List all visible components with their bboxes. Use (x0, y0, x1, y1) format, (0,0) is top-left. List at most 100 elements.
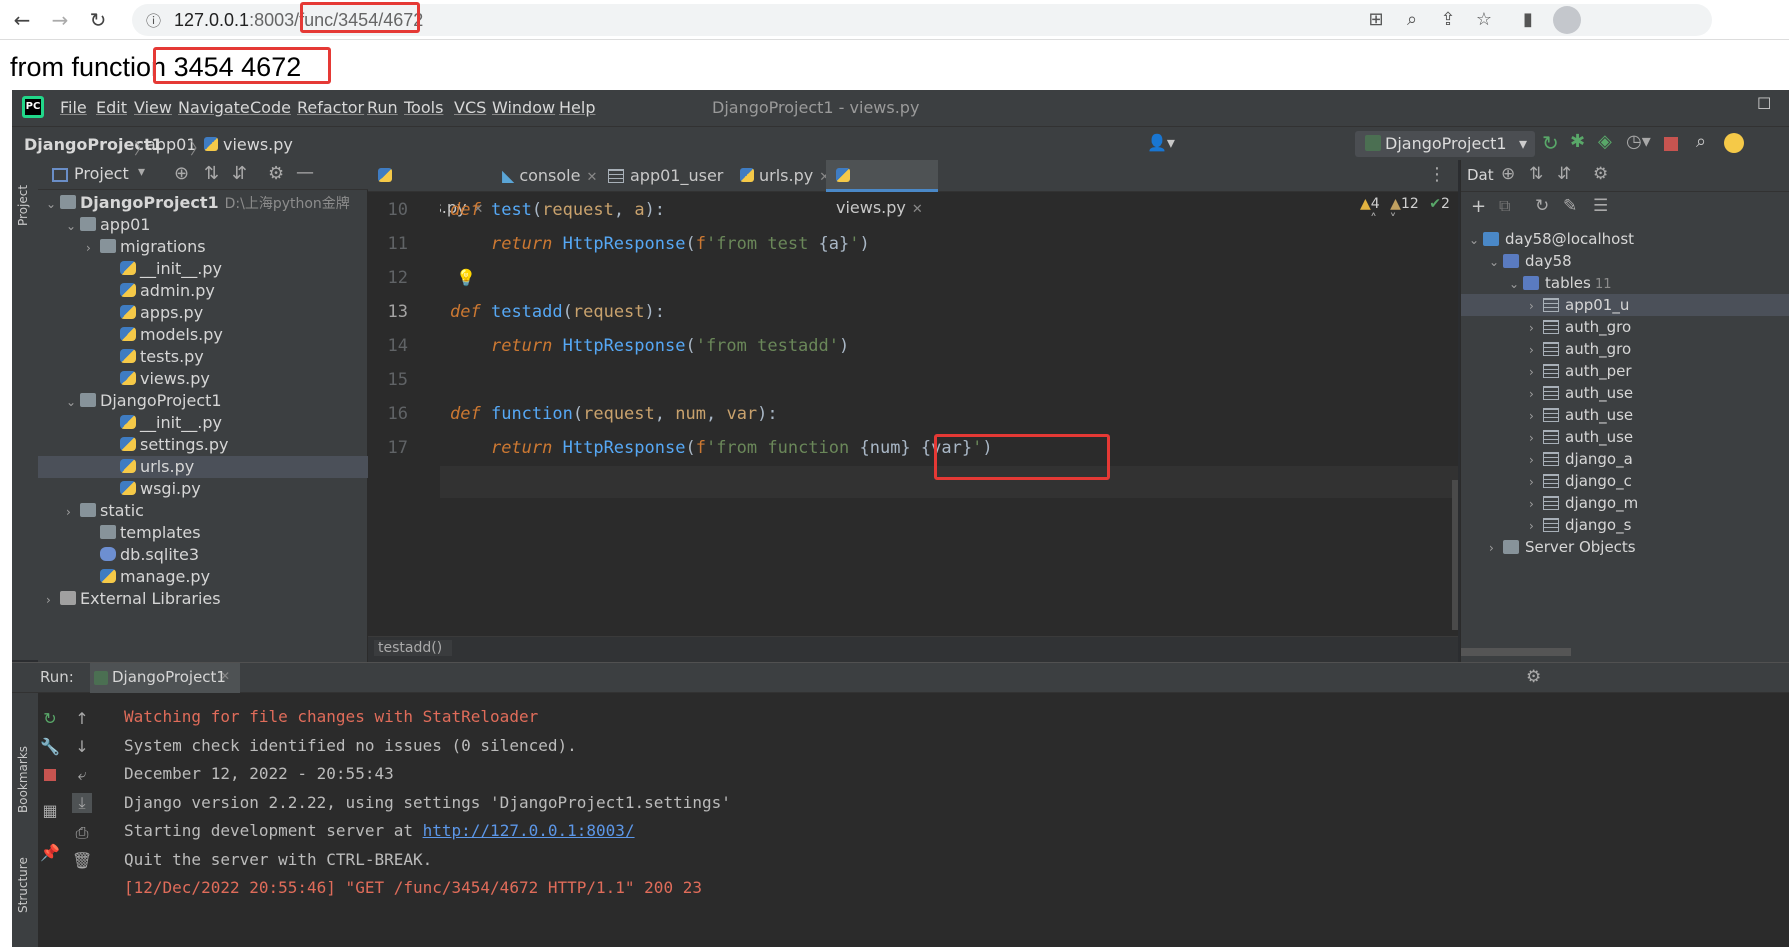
chevron-icon[interactable]: ⌄ (66, 215, 80, 237)
close-icon[interactable]: ✕ (586, 170, 597, 185)
db-tree-item[interactable]: › django_s (1461, 514, 1789, 536)
pin-icon[interactable]: 📌 (40, 843, 60, 863)
maximize-icon[interactable]: ☐ (1757, 94, 1771, 113)
more-tabs-icon[interactable]: ⋮ (1428, 164, 1446, 185)
chevron-icon[interactable]: › (1529, 295, 1543, 317)
rerun-icon[interactable]: ↻ (40, 709, 60, 729)
db-tree-item[interactable]: ⌄ day58@localhost (1461, 228, 1789, 250)
chevron-icon[interactable]: ⌄ (46, 193, 60, 215)
chevron-icon[interactable]: › (1529, 383, 1543, 405)
menu-run[interactable]: Run (367, 98, 398, 117)
code-line-16[interactable]: def function(request, num, var): (450, 404, 778, 424)
stop-icon[interactable] (44, 769, 56, 781)
chevron-up-icon[interactable]: ˄ (1370, 212, 1377, 228)
chevron-down-icon[interactable]: ▾ (138, 164, 145, 180)
tree-item[interactable]: › migrations (38, 236, 368, 258)
locate-icon[interactable]: ⊕ (1501, 164, 1515, 184)
run-config-selector[interactable]: DjangoProject1 ▾ (1355, 131, 1535, 157)
menu-tools[interactable]: Tools (404, 98, 443, 117)
tree-item[interactable]: manage.py (38, 566, 368, 588)
bookmarks-tool-label[interactable]: Bookmarks (16, 733, 34, 813)
tree-item[interactable]: apps.py (38, 302, 368, 324)
chevron-icon[interactable]: › (1529, 471, 1543, 493)
chevron-icon[interactable]: › (1529, 317, 1543, 339)
tab-settings[interactable]: settings.py✕ (378, 160, 496, 217)
menu-view[interactable]: View (134, 98, 172, 117)
tree-item[interactable]: urls.py (38, 456, 368, 478)
share-icon[interactable]: ⇪ (1436, 8, 1460, 32)
chevron-icon[interactable]: ⌄ (1489, 251, 1503, 273)
close-icon[interactable]: ✕ (912, 202, 923, 217)
menu-file[interactable]: File (60, 98, 87, 117)
lightbulb-icon[interactable]: 💡 (456, 268, 476, 287)
db-tree-item[interactable]: ⌄ tables 11 (1461, 272, 1789, 294)
zoom-icon[interactable]: ⌕ (1400, 8, 1424, 32)
menu-code[interactable]: Code (250, 98, 291, 117)
chevron-icon[interactable]: › (66, 501, 80, 523)
tree-item[interactable]: › static (38, 500, 368, 522)
close-icon[interactable]: ✕ (220, 669, 230, 683)
project-view-label[interactable]: Project (74, 164, 129, 183)
db-tree-item[interactable]: › django_m (1461, 492, 1789, 514)
gear-icon[interactable]: ⚙ (1526, 667, 1541, 687)
db-tree-item[interactable]: › auth_gro (1461, 316, 1789, 338)
tree-item[interactable]: ⌄ DjangoProject1 (38, 390, 368, 412)
db-panel-title[interactable]: Dat (1467, 166, 1494, 184)
structure-tool-label[interactable]: Structure (16, 843, 34, 913)
chevron-down-icon[interactable]: ˅ (1389, 212, 1396, 228)
db-tree-item[interactable]: › django_a (1461, 448, 1789, 470)
crumb-file[interactable]: views.py (204, 135, 293, 154)
debug-icon[interactable]: ✱ (1570, 131, 1585, 152)
add-icon[interactable]: + (1471, 196, 1486, 217)
gear-icon[interactable]: ⚙ (1593, 164, 1608, 184)
chevron-icon[interactable]: › (46, 589, 60, 611)
db-tree-item[interactable]: › auth_use (1461, 426, 1789, 448)
profile-run-icon[interactable]: ◷▾ (1626, 131, 1651, 152)
code-line-14[interactable]: return HttpResponse('from testadd') (450, 336, 849, 356)
db-tree-item[interactable]: › django_c (1461, 470, 1789, 492)
chevron-icon[interactable]: › (1529, 427, 1543, 449)
reload-icon[interactable]: ↻ (84, 6, 112, 34)
db-tree-item[interactable]: › auth_use (1461, 404, 1789, 426)
tree-item[interactable]: __init__.py (38, 258, 368, 280)
db-tree-item[interactable]: › auth_per (1461, 360, 1789, 382)
tab-console[interactable]: ◣ console ✕ (502, 160, 602, 192)
tree-item[interactable]: admin.py (38, 280, 368, 302)
tree-item[interactable]: settings.py (38, 434, 368, 456)
menu-refactor[interactable]: Refactor (297, 98, 364, 117)
chevron-icon[interactable]: › (1529, 339, 1543, 361)
menu-help[interactable]: Help (559, 98, 595, 117)
properties-icon[interactable]: ✎ (1563, 196, 1577, 216)
tree-item[interactable]: models.py (38, 324, 368, 346)
expand-all-icon[interactable]: ⇅ (1529, 164, 1543, 184)
chevron-icon[interactable]: › (86, 237, 100, 259)
gear-icon[interactable]: ⚙ (268, 163, 284, 184)
hide-panel-icon[interactable]: — (296, 162, 314, 183)
db-tree-item[interactable]: › app01_u (1461, 294, 1789, 316)
breadcrumb-function[interactable]: testadd() (374, 640, 453, 656)
code-line-10[interactable]: def test(request, a): (450, 200, 665, 220)
tree-item[interactable]: ⌄ app01 (38, 214, 368, 236)
chevron-icon[interactable]: › (1529, 405, 1543, 427)
collapse-all-icon[interactable]: ⇵ (1557, 164, 1571, 184)
profile-avatar[interactable] (1553, 6, 1581, 34)
tree-item[interactable]: wsgi.py (38, 478, 368, 500)
chevron-icon[interactable]: ⌄ (66, 391, 80, 413)
chevron-icon[interactable]: › (1529, 361, 1543, 383)
tree-item[interactable]: ⌄ DjangoProject1 D:\上海python金牌 (38, 192, 368, 214)
menu-vcs[interactable]: VCS (454, 98, 486, 117)
translate-icon[interactable]: ⊞ (1364, 8, 1388, 32)
db-tree-item[interactable]: › auth_use (1461, 382, 1789, 404)
copy-icon[interactable]: ⧉ (1499, 196, 1510, 216)
trash-icon[interactable]: 🗑 (72, 851, 92, 871)
chevron-icon[interactable]: › (1529, 515, 1543, 537)
scroll-to-end-icon[interactable]: ⤓ (72, 793, 92, 813)
forward-arrow-icon[interactable]: → (46, 6, 74, 34)
crumb-app01[interactable]: app01 (146, 135, 196, 154)
scroll-up-icon[interactable]: ↑ (72, 709, 92, 729)
db-tree-item[interactable]: › Server Objects (1461, 536, 1789, 558)
project-tool-label[interactable]: Project (16, 166, 34, 226)
tree-item[interactable]: › External Libraries (38, 588, 368, 610)
refresh-icon[interactable]: ↻ (1535, 196, 1549, 216)
tree-item[interactable]: tests.py (38, 346, 368, 368)
